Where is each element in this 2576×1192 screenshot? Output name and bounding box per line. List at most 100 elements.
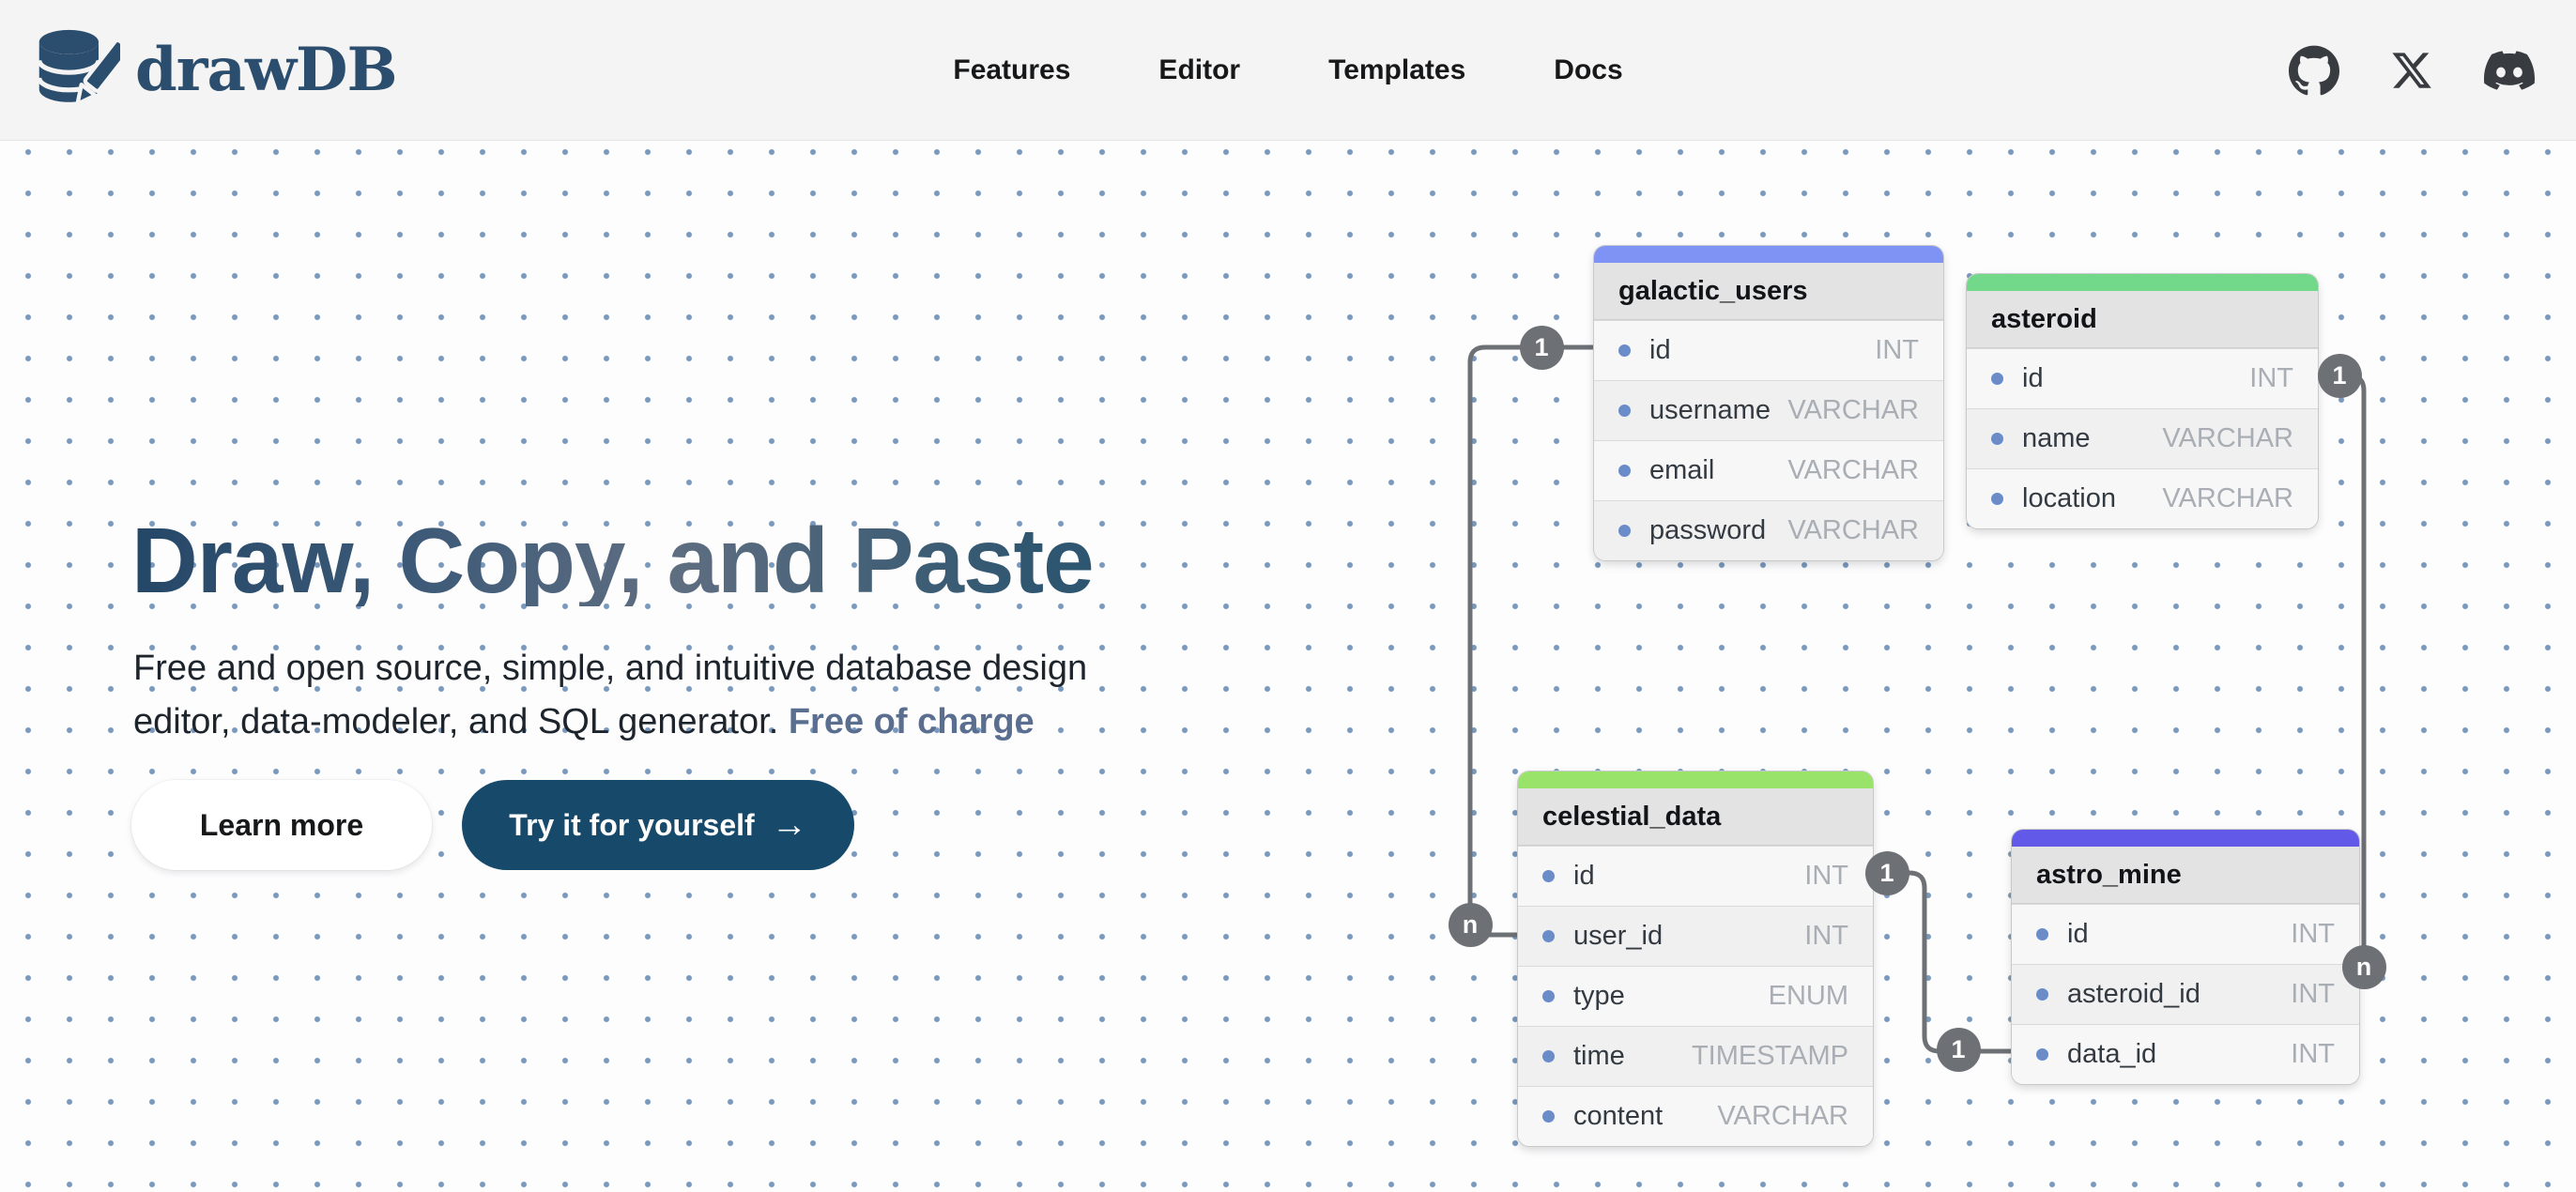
hero-description-line2: editor, data-modeler, and SQL generator. [133, 702, 778, 741]
database-pencil-logo-icon [34, 27, 120, 114]
field-dot-icon [2036, 988, 2048, 1001]
field-name: time [1573, 1041, 1625, 1072]
table-galactic_users: galactic_usersid INT username VARCHAR email V… [1594, 246, 1943, 560]
hero-description: Free and open source, simple, and intuit… [133, 642, 1087, 749]
table-field-row: location VARCHAR [1967, 468, 2318, 528]
table-field-row: id INT [1594, 320, 1943, 380]
table-field-row: password VARCHAR [1594, 500, 1943, 560]
brand-logo[interactable]: drawDB [34, 27, 397, 114]
field-name: id [2022, 363, 2044, 394]
field-dot-icon [1542, 1110, 1555, 1123]
table-celestial_data: celestial_dataid INT user_id INT type ENUM tim… [1518, 772, 1873, 1146]
cardinality-badge: n [2342, 945, 2386, 989]
field-type: ENUM [1769, 981, 1848, 1012]
field-dot-icon [1991, 433, 2003, 445]
table-accent-bar [1518, 772, 1873, 788]
table-accent-bar [2012, 830, 2359, 847]
relationship-line [1873, 873, 2012, 1051]
field-dot-icon [2036, 1048, 2048, 1061]
nav-link-templates[interactable]: Templates [1328, 54, 1465, 86]
table-title: celestial_data [1518, 788, 1873, 846]
table-title: asteroid [1967, 291, 2318, 348]
hero-buttons: Learn more Try it for yourself → [131, 780, 854, 870]
x-icon[interactable] [2390, 49, 2433, 92]
field-name: asteroid_id [2067, 979, 2200, 1010]
table-title: galactic_users [1594, 263, 1943, 320]
field-name: username [1649, 395, 1771, 426]
field-type: INT [2249, 363, 2293, 394]
table-accent-bar [1967, 274, 2318, 291]
nav-links: Features Editor Templates Docs [953, 0, 1622, 141]
cardinality-badge: n [1449, 903, 1493, 947]
field-type: VARCHAR [1787, 455, 1919, 486]
nav-link-features[interactable]: Features [953, 54, 1070, 86]
table-field-row: name VARCHAR [1967, 408, 2318, 468]
field-name: location [2022, 483, 2116, 514]
field-dot-icon [1542, 930, 1555, 942]
field-type: INT [1875, 335, 1919, 366]
cardinality-badge: 1 [1865, 851, 1909, 895]
try-it-label: Try it for yourself [509, 808, 754, 843]
field-dot-icon [1991, 493, 2003, 505]
field-type: INT [2291, 1039, 2335, 1070]
field-name: type [1573, 981, 1625, 1012]
field-type: INT [1804, 921, 1848, 952]
field-name: email [1649, 455, 1714, 486]
table-field-row: time TIMESTAMP [1518, 1026, 1873, 1086]
table-asteroid: asteroid id INT name VARCHAR location VARCHAR [1967, 274, 2318, 528]
nav-link-docs[interactable]: Docs [1554, 54, 1622, 86]
field-type: VARCHAR [1787, 395, 1919, 426]
try-it-button[interactable]: Try it for yourself → [462, 780, 854, 870]
free-of-charge-label: Free of charge [789, 702, 1035, 741]
field-name: user_id [1573, 921, 1663, 952]
github-icon[interactable] [2289, 45, 2339, 96]
learn-more-button[interactable]: Learn more [131, 780, 432, 870]
field-dot-icon [1618, 525, 1631, 537]
hero-description-line1: Free and open source, simple, and intuit… [133, 649, 1087, 688]
field-type: VARCHAR [1787, 515, 1919, 546]
arrow-right-icon: → [772, 807, 807, 843]
field-dot-icon [1542, 1050, 1555, 1062]
cardinality-badge: 1 [2318, 354, 2362, 398]
field-name: id [2067, 919, 2089, 950]
field-dot-icon [1542, 870, 1555, 882]
field-type: VARCHAR [1717, 1101, 1848, 1132]
field-dot-icon [1618, 344, 1631, 357]
field-dot-icon [2036, 928, 2048, 940]
nav-link-editor[interactable]: Editor [1158, 54, 1240, 86]
cardinality-badge: 1 [1520, 326, 1564, 370]
field-name: id [1573, 861, 1595, 892]
discord-icon[interactable] [2484, 45, 2535, 96]
cardinality-badge: 1 [1937, 1028, 1981, 1072]
table-title: astro_mine [2012, 847, 2359, 904]
brand-name: drawDB [135, 35, 397, 105]
table-field-row: id INT [2012, 904, 2359, 964]
table-field-row: user_id INT [1518, 906, 1873, 966]
hero-title: Draw, Copy, and Paste [131, 514, 1094, 606]
table-field-row: type ENUM [1518, 966, 1873, 1026]
table-field-row: id INT [1518, 846, 1873, 906]
table-field-row: id INT [1967, 348, 2318, 408]
field-type: TIMESTAMP [1692, 1041, 1848, 1072]
table-field-row: username VARCHAR [1594, 380, 1943, 440]
field-type: INT [2291, 919, 2335, 950]
nav-social [2289, 0, 2535, 141]
field-dot-icon [1618, 405, 1631, 417]
field-type: VARCHAR [2162, 483, 2293, 514]
table-field-row: email VARCHAR [1594, 440, 1943, 500]
field-type: VARCHAR [2162, 423, 2293, 454]
field-name: name [2022, 423, 2091, 454]
field-name: content [1573, 1101, 1663, 1132]
table-field-row: asteroid_id INT [2012, 964, 2359, 1024]
field-type: INT [2291, 979, 2335, 1010]
navbar: drawDB Features Editor Templates Docs [0, 0, 2576, 141]
field-dot-icon [1542, 990, 1555, 1002]
field-name: password [1649, 515, 1766, 546]
field-name: id [1649, 335, 1671, 366]
table-accent-bar [1594, 246, 1943, 263]
table-astro_mine: astro_mineidINTasteroid_idINTdata_idINT [2012, 830, 2359, 1084]
table-field-row: data_idINT [2012, 1024, 2359, 1084]
field-dot-icon [1991, 373, 2003, 385]
field-type: INT [1804, 861, 1848, 892]
field-dot-icon [1618, 465, 1631, 477]
